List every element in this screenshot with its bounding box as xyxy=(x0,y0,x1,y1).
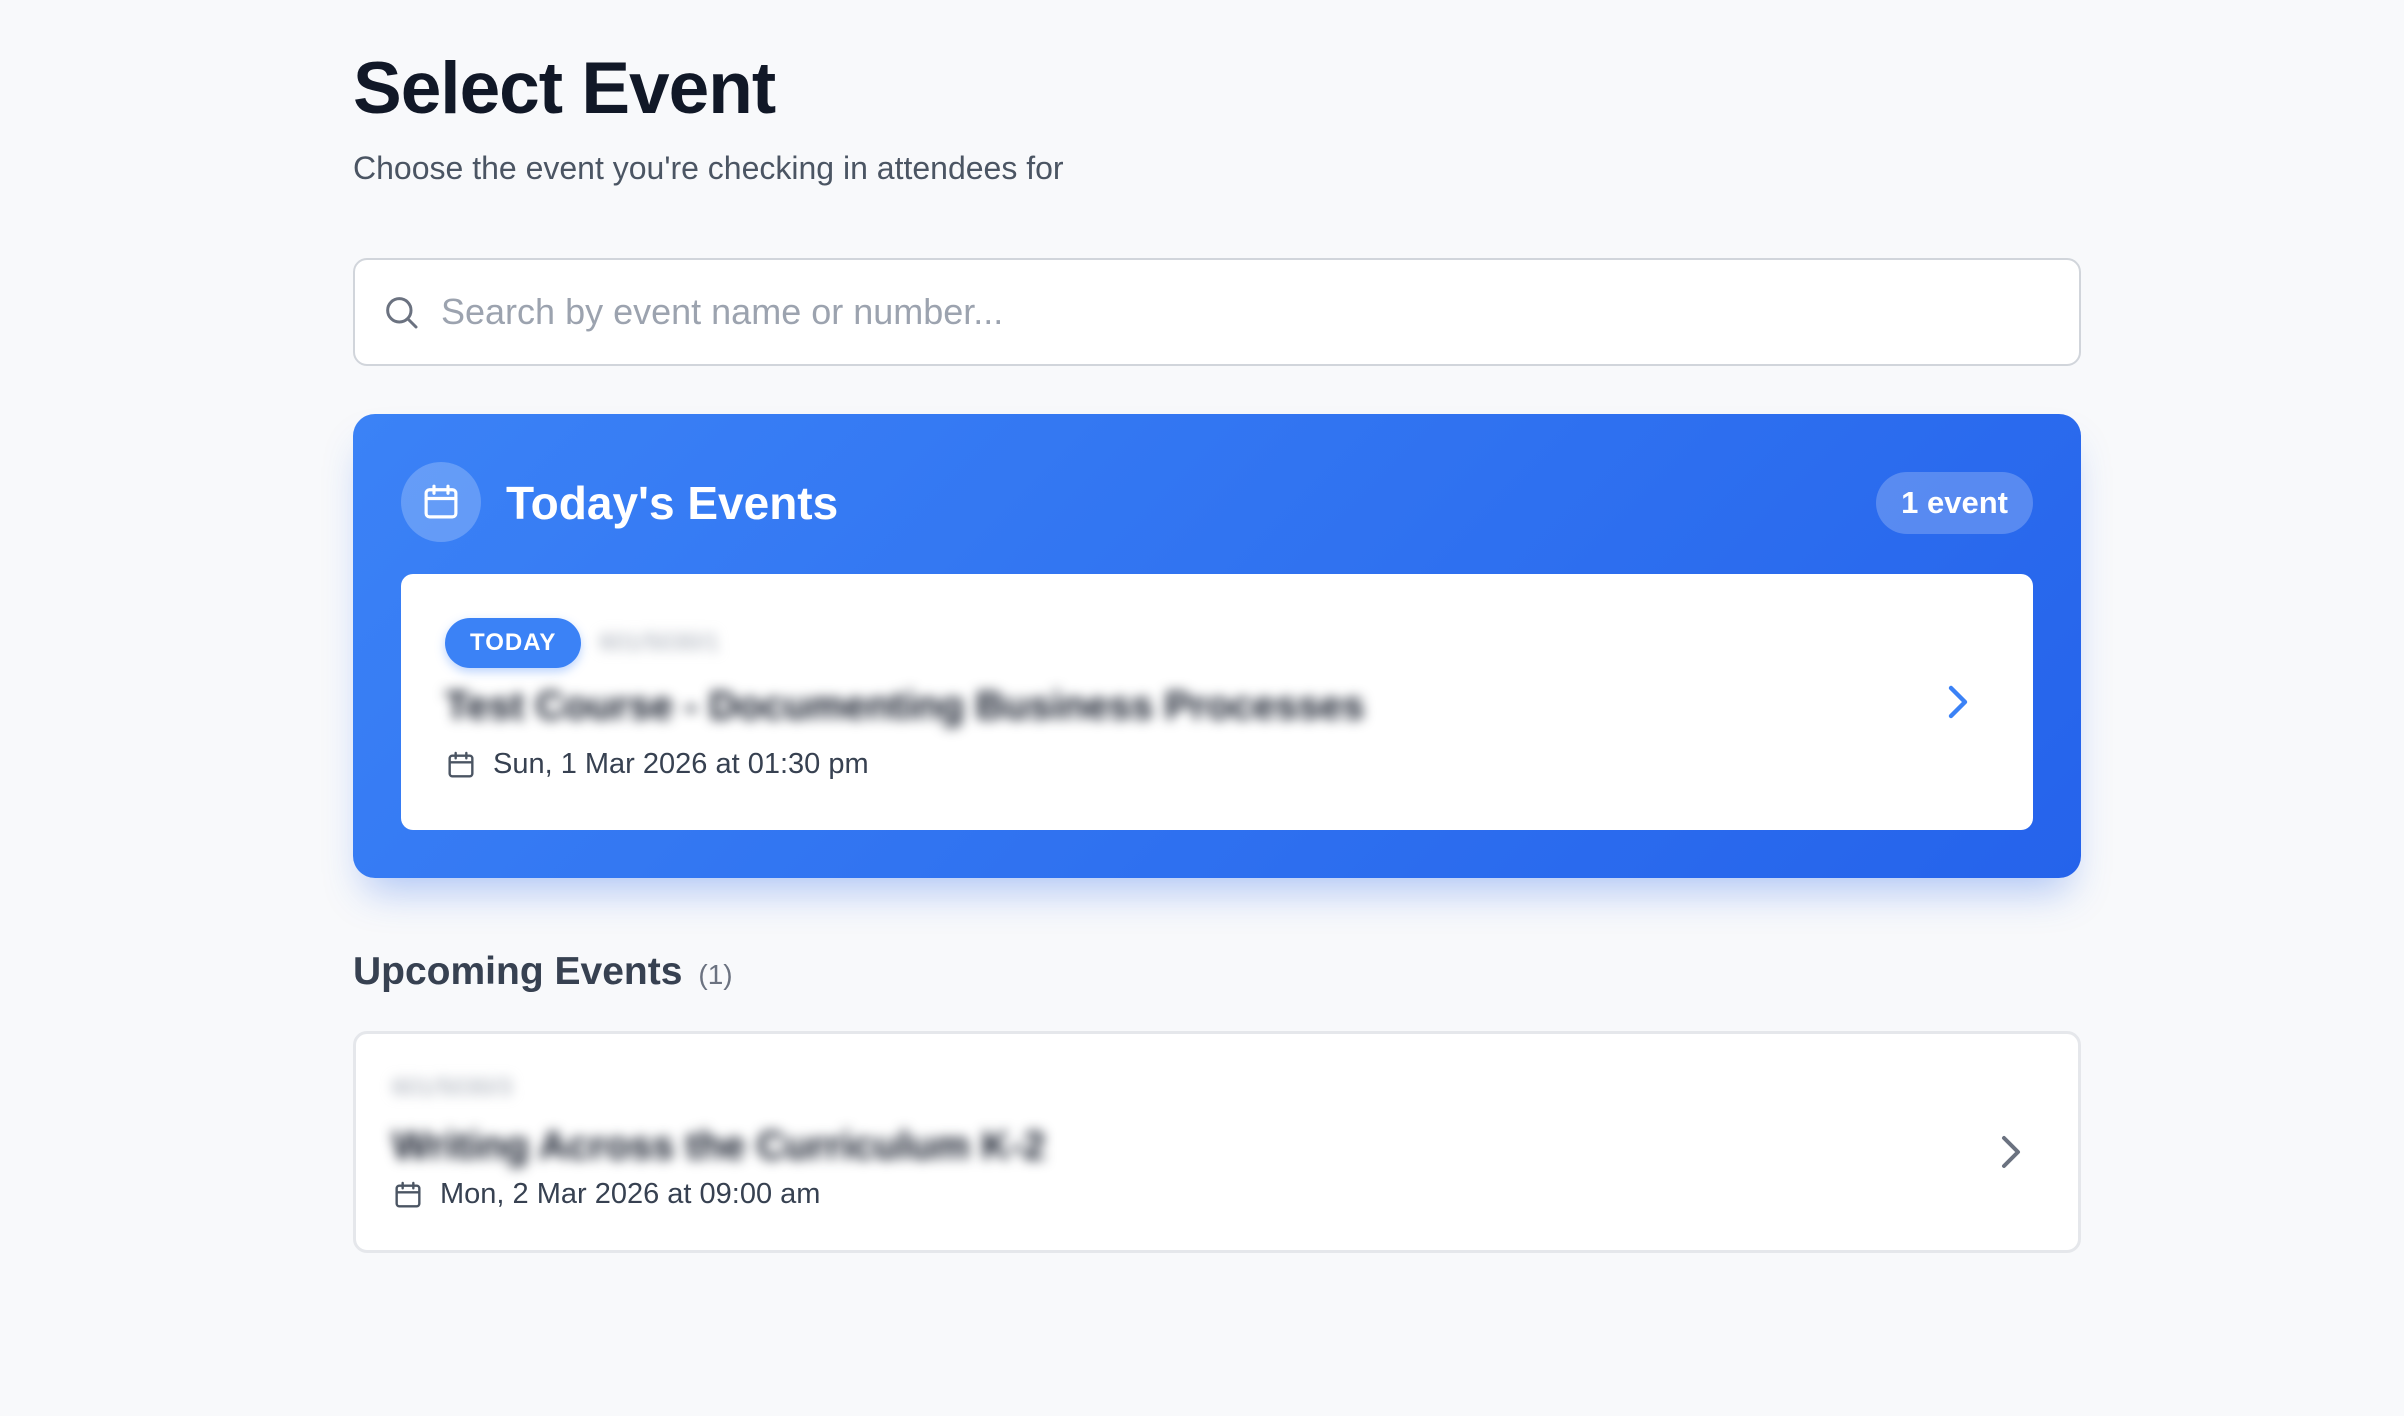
upcoming-events-heading: Upcoming Events (1) xyxy=(353,950,733,994)
today-event-card[interactable]: TODAY 601/5030/1 Test Course - Documenti… xyxy=(401,574,2033,830)
upcoming-event-card[interactable]: 601/5030/3 Writing Across the Curriculum… xyxy=(353,1031,2081,1253)
event-number: 601/5030/1 xyxy=(599,629,720,656)
page-subtitle: Choose the event you're checking in atte… xyxy=(353,150,1064,186)
chevron-right-icon[interactable] xyxy=(1933,678,1981,726)
todays-events-count-badge: 1 event xyxy=(1876,472,2033,534)
search-icon xyxy=(381,292,421,332)
event-number: 601/5030/3 xyxy=(392,1074,513,1101)
todays-events-header: Today's Events 1 event xyxy=(401,462,2033,542)
event-date-text: Sun, 1 Mar 2026 at 01:30 pm xyxy=(493,748,869,780)
chevron-right-icon[interactable] xyxy=(1986,1128,2034,1176)
event-date: Sun, 1 Mar 2026 at 01:30 pm xyxy=(445,748,869,781)
today-badge: TODAY xyxy=(445,618,582,668)
event-date: Mon, 2 Mar 2026 at 09:00 am xyxy=(392,1178,820,1211)
event-name: Writing Across the Curriculum K-2 xyxy=(392,1124,1046,1168)
calendar-icon xyxy=(401,462,481,542)
page-title: Select Event xyxy=(353,48,776,129)
upcoming-events-title: Upcoming Events xyxy=(353,950,683,993)
search-box[interactable] xyxy=(353,258,2081,366)
event-name: Test Course - Documenting Business Proce… xyxy=(445,684,1365,728)
search-input[interactable] xyxy=(441,291,1941,333)
calendar-icon xyxy=(445,749,477,781)
todays-events-panel: Today's Events 1 event TODAY 601/5030/1 … xyxy=(353,414,2081,878)
event-date-text: Mon, 2 Mar 2026 at 09:00 am xyxy=(440,1178,821,1210)
todays-events-title: Today's Events xyxy=(506,477,839,529)
calendar-icon xyxy=(392,1179,424,1211)
upcoming-events-count: (1) xyxy=(698,959,733,990)
event-badge-row: TODAY 601/5030/1 xyxy=(445,618,720,668)
